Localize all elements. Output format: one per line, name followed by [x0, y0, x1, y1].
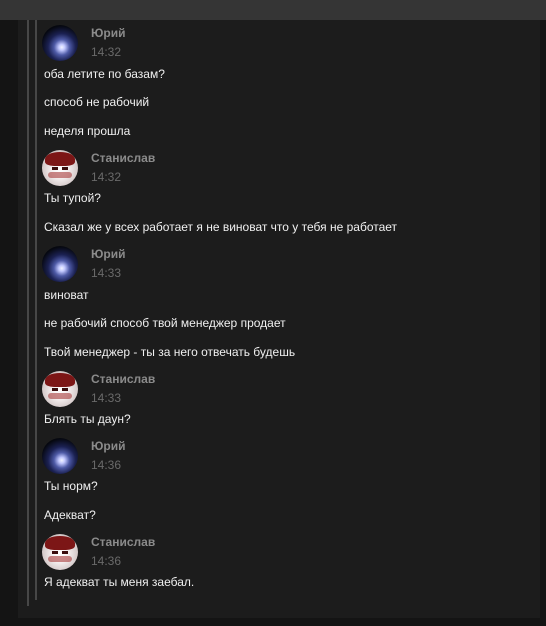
message-text: оба летите по базам? — [44, 67, 165, 81]
message-timestamp: 14:36 — [91, 458, 122, 472]
message-text: не рабочий способ твой менеджер продает — [44, 316, 286, 330]
message-text: виноват — [44, 288, 89, 302]
author-name[interactable]: Юрий — [91, 439, 125, 453]
message-text: способ не рабочий — [44, 95, 150, 109]
author-name[interactable]: Станислав — [91, 151, 155, 165]
message-timestamp: 14:32 — [91, 45, 122, 59]
author-name[interactable]: Станислав — [91, 372, 155, 386]
user-avatar-yuri[interactable] — [42, 246, 78, 282]
user-avatar-yuri[interactable] — [42, 438, 78, 474]
message-text: Сказал же у всех работает я не виноват ч… — [44, 220, 398, 234]
message-text: неделя прошла — [44, 124, 131, 138]
message-timestamp: 14:33 — [91, 391, 122, 405]
user-avatar-yuri[interactable] — [42, 25, 78, 61]
message-text: Адекват? — [44, 508, 96, 522]
user-avatar-stanislav[interactable] — [42, 534, 78, 570]
user-avatar-stanislav[interactable] — [42, 150, 78, 186]
author-name[interactable]: Юрий — [91, 247, 125, 261]
message-text: Блять ты даун? — [44, 412, 131, 426]
message-timestamp: 14:33 — [91, 266, 122, 280]
message-text: Твой менеджер - ты за него отвечать буде… — [44, 345, 296, 359]
message-timestamp: 14:32 — [91, 170, 122, 184]
message-timestamp: 14:36 — [91, 554, 122, 568]
message-text: Ты норм? — [44, 479, 98, 493]
thread-rail — [35, 20, 37, 600]
message-text: Ты тупой? — [44, 191, 101, 205]
thread-rail — [27, 20, 29, 606]
author-name[interactable]: Юрий — [91, 26, 125, 40]
message-text: Я адекват ты меня заебал. — [44, 575, 195, 589]
user-avatar-stanislav[interactable] — [42, 371, 78, 407]
window-top-bar — [0, 0, 546, 20]
author-name[interactable]: Станислав — [91, 535, 155, 549]
